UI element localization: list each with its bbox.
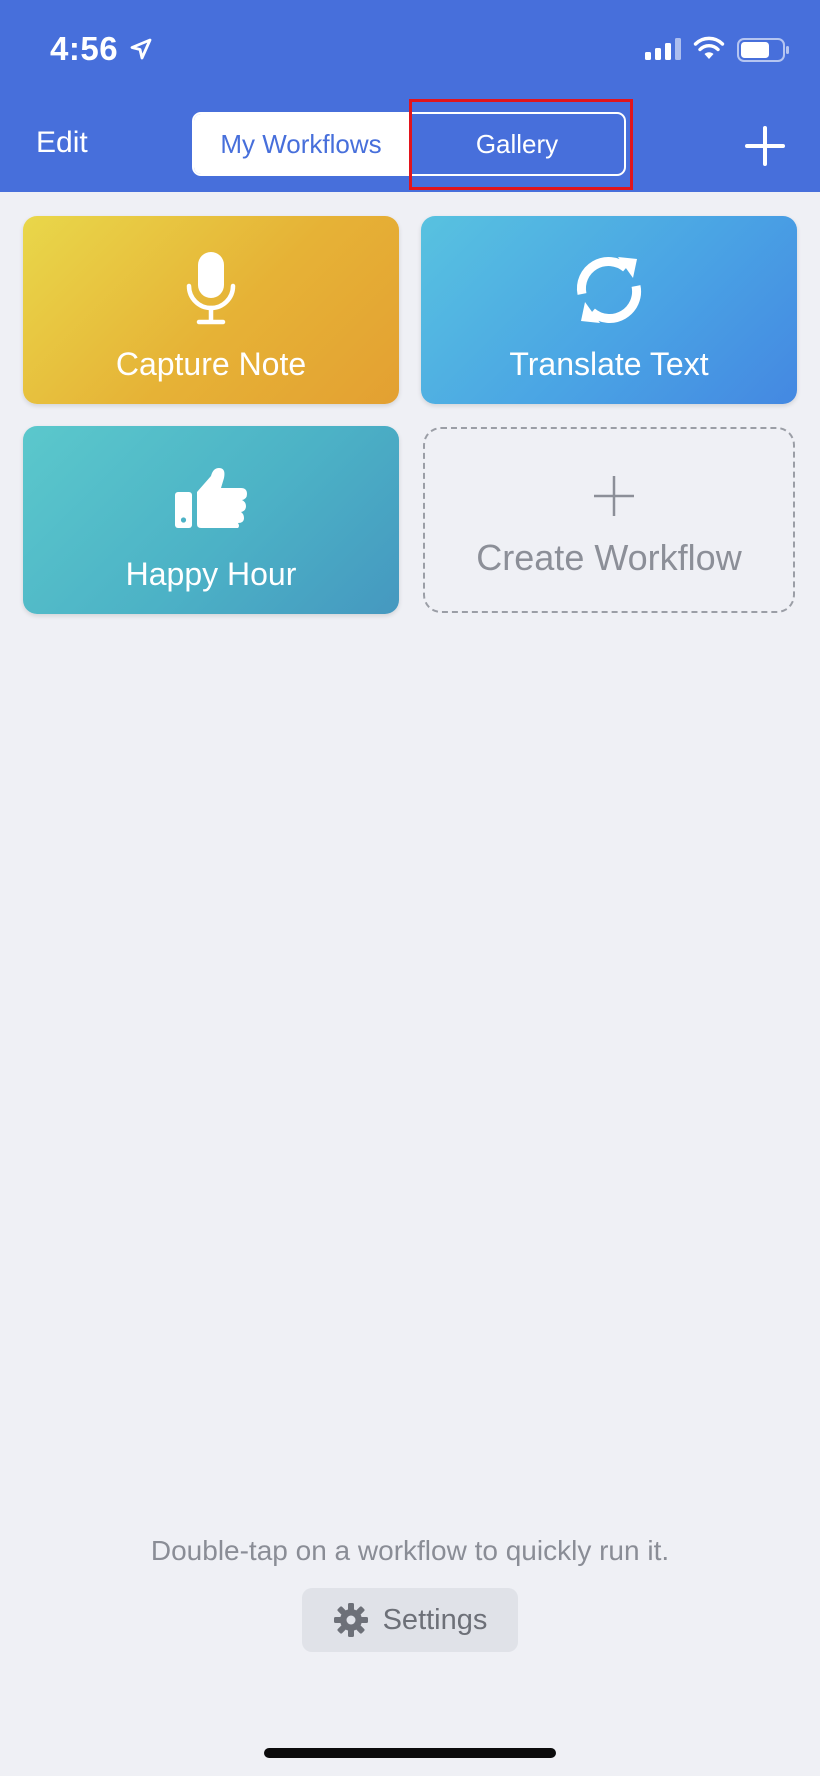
workflows-segmented-control: My Workflows Gallery <box>192 112 626 176</box>
thumbs-up-icon <box>175 468 247 528</box>
tab-my-workflows[interactable]: My Workflows <box>194 114 408 174</box>
wifi-icon <box>693 36 725 59</box>
battery-icon <box>737 38 789 62</box>
plus-icon <box>594 476 634 516</box>
cellular-signal-icon <box>645 38 681 60</box>
tab-gallery[interactable]: Gallery <box>408 114 624 174</box>
home-indicator[interactable] <box>264 1748 556 1758</box>
double-tap-hint: Double-tap on a workflow to quickly run … <box>150 1535 670 1566</box>
workflow-card-happy-hour[interactable]: Happy Hour <box>23 426 399 614</box>
create-workflow-label: Create Workflow <box>476 537 742 578</box>
add-workflow-plus-icon[interactable] <box>745 126 785 166</box>
create-workflow-card[interactable]: Create Workflow <box>423 427 795 613</box>
workflow-card-translate-text[interactable]: Translate Text <box>421 216 797 404</box>
edit-button[interactable]: Edit <box>36 126 88 160</box>
location-arrow-icon <box>130 38 152 60</box>
refresh-icon <box>576 257 642 323</box>
workflow-card-label: Happy Hour <box>125 556 297 592</box>
status-time: 4:56 <box>50 30 119 67</box>
settings-label: Settings <box>382 1603 488 1636</box>
microphone-icon <box>186 252 236 325</box>
nav-header: 4:56 Edit My Workflows Gallery <box>0 0 820 192</box>
settings-button[interactable]: Settings <box>302 1588 518 1652</box>
gear-icon <box>333 1603 368 1637</box>
workflow-card-label: Capture Note <box>115 346 307 382</box>
workflow-card-capture-note[interactable]: Capture Note <box>23 216 399 404</box>
workflow-card-label: Translate Text <box>509 346 709 382</box>
